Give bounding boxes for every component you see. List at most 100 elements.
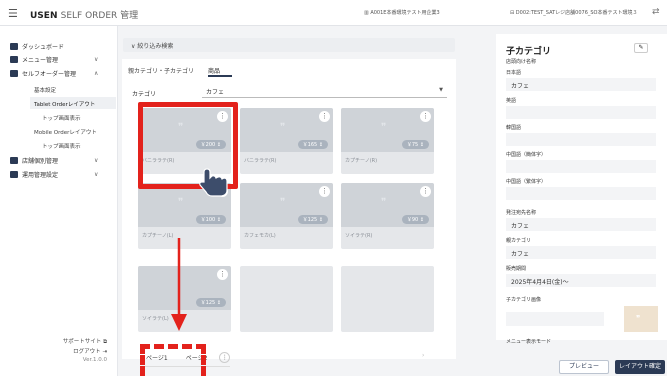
sidebar-item-store[interactable]: 店舗個別管理 ∨ [10,154,98,166]
dashboard-icon [10,42,18,50]
field-label: 英語 [506,98,517,104]
sidebar-item-self-order[interactable]: セルフオーダー管理 ∧ [10,67,98,79]
category-label: カテゴリ [132,91,157,98]
swap-icon[interactable]: ⇄ [652,7,660,17]
app-title: USEN SELF ORDER 管理 [30,8,138,21]
price-badge: ￥100 ↕ [195,215,226,224]
field-label: 日本語 [506,70,522,76]
chevron-up-icon: ∧ [94,69,99,77]
field-label: メニュー表示モード [506,339,552,345]
kebab-menu-icon[interactable]: ⋮ [319,111,330,122]
sidebar-subitem-mobile-layout[interactable]: Mobile Orderレイアウト [34,128,97,136]
sidebar-item-label: 店舗個別管理 [22,157,59,165]
price-stepper-icon: ↕ [216,300,221,306]
terminal-selector-label: D002:TEST_SATレジ店舗0076_SO本番テスト環境３ [515,10,638,16]
chevron-right-icon[interactable]: › [422,352,424,359]
detail-panel: 子カテゴリ ✎ 店頭向け名称 日本語 カフェ 英語 韓国語 中国語（簡体字） 中… [496,34,667,345]
price-badge: ￥165 ↕ [297,140,328,149]
product-card[interactable]: ❞ ⋮ ￥75 ↕ カプチーノ(R) [341,108,434,174]
chevron-down-icon: ∨ [94,55,99,63]
chevron-down-icon: ∨ [94,170,99,178]
chevron-down-icon: ∨ [94,156,99,164]
field-value-period: 2025年4月4日(金)〜 [506,274,656,287]
field-label: 子カテゴリ画像 [506,297,542,303]
sidebar: ダッシュボード メニュー管理 ∨ セルフオーダー管理 ∧ 基本設定 Tablet O… [0,26,118,376]
store-selector-label: A001E本番環境テスト用企業3 [370,10,440,16]
price-stepper-icon: ↕ [216,217,221,223]
version-text: Ver.1.0.0 [82,357,107,363]
sidebar-item-label: メニュー管理 [22,56,59,64]
field-label: 販売期間 [506,266,527,272]
tab-categories[interactable]: 親カテゴリ・子カテゴリ [128,64,194,77]
field-value-ko [506,133,656,146]
price-stepper-icon: ↕ [318,217,323,223]
product-name: バニララテ(R) [244,158,277,164]
empty-slot[interactable] [240,266,333,332]
sidebar-item-dashboard[interactable]: ダッシュボード [10,40,64,52]
tab-label: 商品 [208,68,221,75]
product-name: カプチーノ(L) [142,233,174,239]
field-label: 店頭向け名称 [506,59,537,65]
kebab-menu-icon[interactable]: ⋮ [319,186,330,197]
sidebar-subitem-basic-settings[interactable]: 基本設定 [34,86,56,94]
pencil-icon[interactable]: ✎ [634,43,648,53]
drag-arrow-icon [171,238,187,331]
price-stepper-icon: ↕ [419,142,424,148]
price-value: ￥165 [302,142,318,148]
price-value: ￥100 [200,217,216,223]
dropdown-arrow-icon: ▼ [439,87,443,93]
filter-toggle[interactable]: ∨ 絞り込み検索 [123,38,455,52]
logout-link[interactable]: ログアウト ⇥ [73,347,107,355]
support-link-label: サポートサイト [62,339,102,345]
tab-products[interactable]: 商品 [208,64,232,77]
sidebar-item-menu[interactable]: メニュー管理 ∨ [10,53,98,65]
image-placeholder-icon: ❞ [381,197,387,208]
image-placeholder-icon: ❞ [280,122,286,133]
price-stepper-icon: ↕ [419,217,424,223]
product-card[interactable]: ❞ ⋮ ￥165 ↕ バニララテ(R) [240,108,333,174]
tab-label: 親カテゴリ・子カテゴリ [128,68,195,75]
field-label: 親カテゴリ [506,238,532,244]
price-badge: ￥90 ↕ [401,215,429,224]
sidebar-item-label: セルフオーダー管理 [22,70,77,78]
price-stepper-icon: ↕ [318,142,323,148]
field-label: 発注宛先名称 [506,210,537,216]
field-label: 中国語（繁体字） [506,179,547,185]
kebab-menu-icon[interactable]: ⋮ [420,111,431,122]
sidebar-subitem-mobile-top[interactable]: トップ画面表示 [42,142,81,150]
empty-slot[interactable] [341,266,434,332]
store-selector[interactable]: ▥ A001E本番環境テスト用企業3 [364,9,440,16]
price-badge: ￥125 ↕ [195,298,226,307]
kebab-menu-icon[interactable]: ⋮ [420,186,431,197]
category-select[interactable]: カフェ ▼ [202,84,447,98]
field-value-parent: カフェ [506,246,656,259]
kebab-menu-icon[interactable]: ⋮ [217,269,228,280]
sidebar-item-label: 運用管理設定 [22,171,59,179]
tablet-icon [10,69,18,77]
image-placeholder-icon: ❞ [280,197,286,208]
product-name: ソイラテ(R) [345,233,373,239]
field-label: 韓国語 [506,125,522,131]
hand-cursor-icon [199,168,228,197]
page-kebab-icon[interactable]: ⋮ [219,351,231,363]
price-value: ￥75 [406,142,419,148]
sidebar-item-operations[interactable]: 運用管理設定 ∨ [10,168,98,180]
support-link[interactable]: サポートサイト ⧉ [63,337,107,346]
field-value-order-dest: カフェ [506,218,656,231]
terminal-selector[interactable]: ⊟ D002:TEST_SATレジ店舗0076_SO本番テスト環境３ [510,9,638,16]
sidebar-subitem-tablet-layout[interactable]: Tablet Orderレイアウト [34,100,95,108]
confirm-layout-button[interactable]: レイアウト確定 [615,360,665,374]
product-card[interactable]: ❞ ⋮ ￥90 ↕ ソイラテ(R) [341,183,434,249]
price-value: ￥125 [200,300,216,306]
field-label: 中国語（簡体字） [506,152,547,158]
product-name: ソイラテ(L) [142,316,169,322]
category-image-field[interactable] [506,312,604,326]
logout-link-label: ログアウト [73,349,101,355]
product-card[interactable]: ❞ ⋮ ￥125 ↕ カフェモカ(L) [240,183,333,249]
image-placeholder-icon: ❞ [381,122,387,133]
sidebar-subitem-tablet-top[interactable]: トップ画面表示 [42,114,81,122]
image-placeholder-icon: ❞ [636,314,641,323]
hamburger-icon[interactable]: ☰ [8,7,18,20]
detail-title: 子カテゴリ [506,47,552,57]
preview-button[interactable]: プレビュー [559,360,609,374]
